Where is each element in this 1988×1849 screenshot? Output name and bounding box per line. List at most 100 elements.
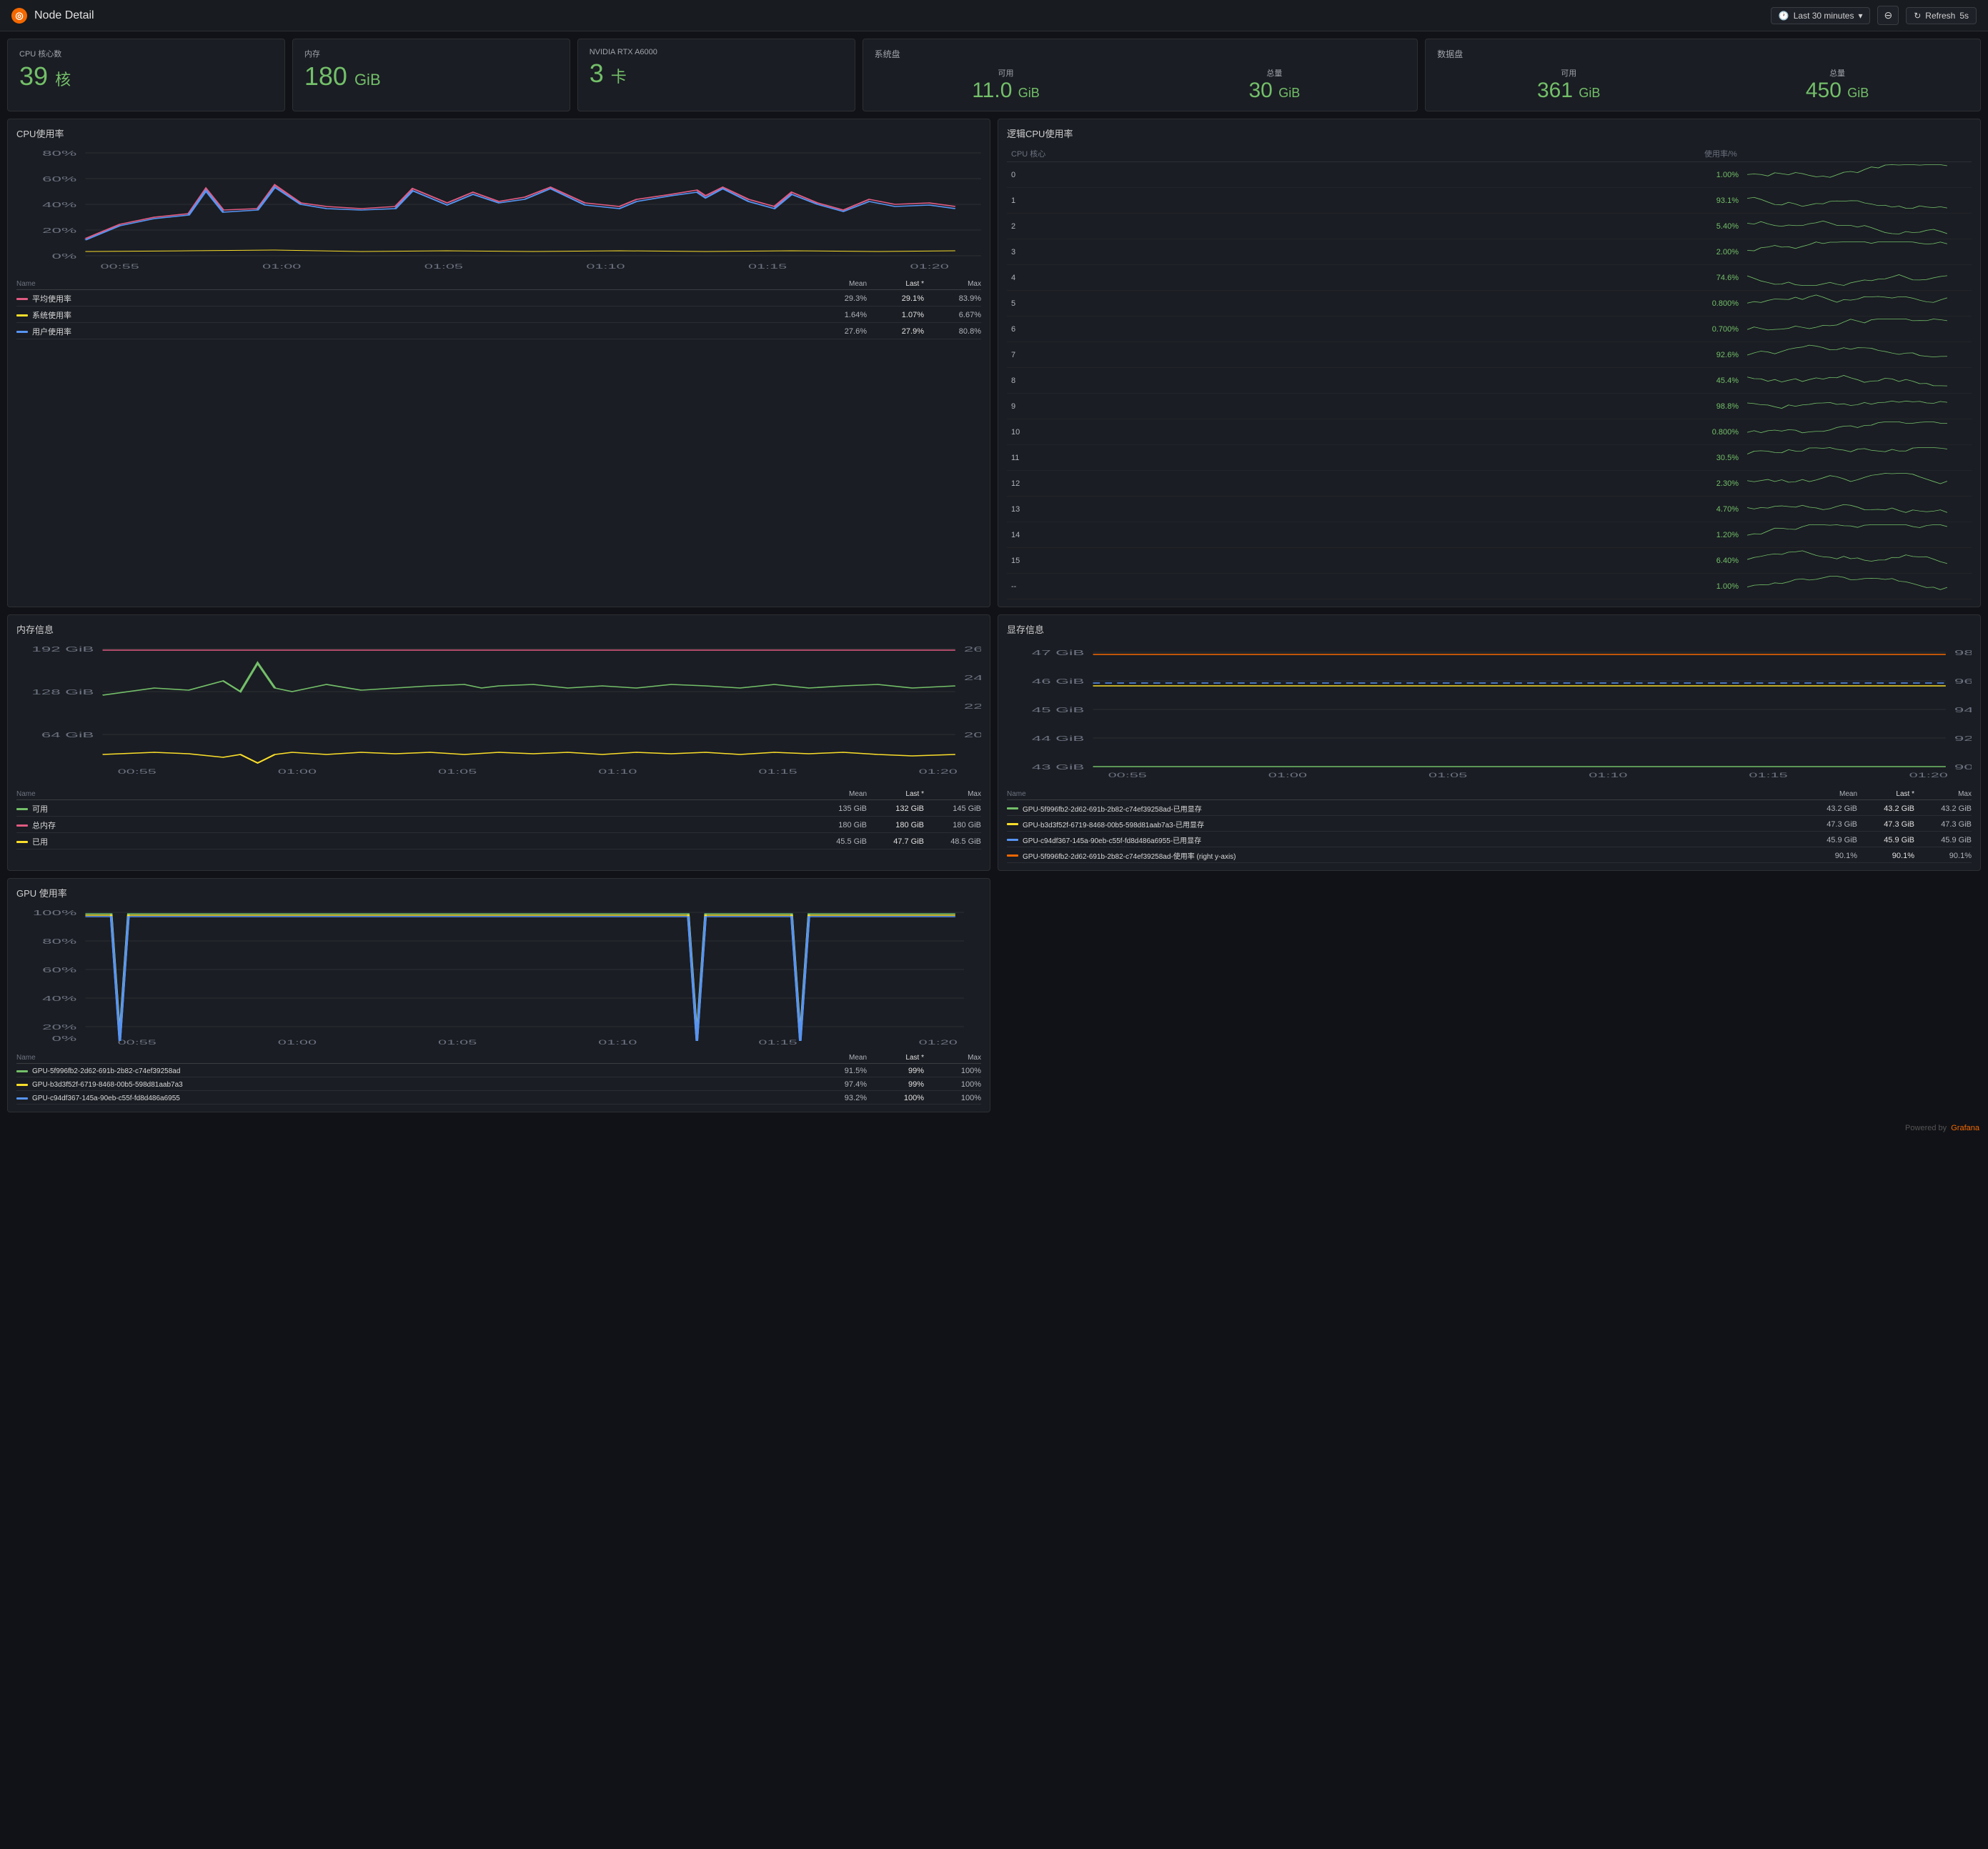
used-max: 48.5 GiB (924, 837, 981, 846)
cpu-legend-avg[interactable]: 平均使用率 29.3% 29.1% 83.9% (16, 291, 981, 306)
sys-mean: 1.64% (810, 311, 867, 319)
svg-text:43 GiB: 43 GiB (1032, 763, 1085, 771)
sparkline-col-header (1743, 146, 1972, 162)
cpu-sparkline-cell (1743, 522, 1972, 548)
gm2-label: GPU-b3d3f52f-6719-8468-00b5-598d81aab7a3… (1023, 819, 1204, 829)
gpu-usage-gpu2[interactable]: GPU-b3d3f52f-6719-8468-00b5-598d81aab7a3… (16, 1079, 981, 1091)
gpu-usage-gpu1[interactable]: GPU-5f996fb2-2d62-691b-2b82-c74ef39258ad… (16, 1065, 981, 1077)
gpu-usage-gpu3[interactable]: GPU-c94df367-145a-90eb-c55f-fd8d486a6955… (16, 1092, 981, 1105)
cpu-sparkline-cell (1743, 214, 1972, 239)
cpu-core-cell: 13 (1007, 497, 1700, 522)
gm2-color (1007, 823, 1018, 825)
used-label: 已用 (32, 836, 48, 847)
footer: Powered by Grafana (0, 1120, 1988, 1137)
cpu-sparkline-cell (1743, 394, 1972, 419)
cpu-usage-cell: 5.40% (1700, 214, 1743, 239)
system-disk-available-value: 11.0 GiB (875, 79, 1138, 102)
gu3-color (16, 1097, 28, 1100)
gpu-memory-legend: Name Mean Last * Max GPU-5f996fb2-2d62-6… (1007, 789, 1972, 863)
memory-label: 内存 (304, 48, 558, 59)
table-row: 11 30.5% (1007, 445, 1972, 471)
gpu-usage-legend-header: Name Mean Last * Max (16, 1052, 981, 1064)
svg-text:96%: 96% (1954, 677, 1972, 685)
stats-row: CPU 核心数 39 核 内存 180 GiB NVIDIA RTX A6000… (7, 39, 1981, 111)
cpu-usage-cell: 1.20% (1700, 522, 1743, 548)
logical-cpu-title: 逻辑CPU使用率 (1007, 126, 1972, 140)
table-row: 9 98.8% (1007, 394, 1972, 419)
cpu-stat-card: CPU 核心数 39 核 (7, 39, 285, 111)
grafana-brand: Grafana (1951, 1124, 1979, 1132)
zoom-out-button[interactable]: ⊖ (1877, 6, 1899, 25)
sys-last: 1.07% (867, 311, 924, 319)
top-bar-left: ◎ Node Detail (11, 8, 94, 24)
gm4-label: GPU-5f996fb2-2d62-691b-2b82-c74ef39258ad… (1023, 850, 1236, 861)
legend-mean-header: Mean (810, 280, 867, 288)
memory-legend-header: Name Mean Last * Max (16, 789, 981, 800)
sys-color (16, 314, 28, 317)
table-row: 10 0.800% (1007, 419, 1972, 445)
gm1-last: 43.2 GiB (1857, 804, 1914, 813)
svg-text:01:00: 01:00 (278, 1039, 317, 1046)
cpu-core-cell: 8 (1007, 368, 1700, 394)
gpu-usage-title: GPU 使用率 (16, 886, 981, 899)
cpu-legend-sys[interactable]: 系统使用率 1.64% 1.07% 6.67% (16, 308, 981, 323)
legend-max-header: Max (924, 280, 981, 288)
cpu-core-cell: 15 (1007, 548, 1700, 574)
mem-legend-used[interactable]: 已用 45.5 GiB 47.7 GiB 48.5 GiB (16, 834, 981, 849)
svg-text:01:05: 01:05 (1428, 772, 1467, 779)
time-range-button[interactable]: 🕐 Last 30 minutes ▾ (1771, 7, 1871, 24)
cpu-legend-user[interactable]: 用户使用率 27.6% 27.9% 80.8% (16, 324, 981, 339)
avg-mean: 29.3% (810, 294, 867, 303)
gpu-mem-gpu3[interactable]: GPU-c94df367-145a-90eb-c55f-fd8d486a6955… (1007, 833, 1972, 847)
gu2-mean: 97.4% (810, 1080, 867, 1089)
cpu-usage-cell: 74.6% (1700, 265, 1743, 291)
gu3-max: 100% (924, 1094, 981, 1102)
svg-text:40%: 40% (42, 995, 76, 1002)
cpu-usage-cell: 1.00% (1700, 574, 1743, 599)
svg-text:01:20: 01:20 (919, 1039, 958, 1046)
cpu-usage-legend: Name Mean Last * Max 平均使用率 29.3% 29.1% 8… (16, 279, 981, 339)
svg-text:00:55: 00:55 (101, 263, 139, 270)
cpu-usage-cell: 45.4% (1700, 368, 1743, 394)
memory-value: 180 GiB (304, 64, 558, 89)
cpu-core-cell: 0 (1007, 162, 1700, 188)
gm1-max: 43.2 GiB (1914, 804, 1972, 813)
sys-max: 6.67% (924, 311, 981, 319)
cpu-core-cell: 5 (1007, 291, 1700, 317)
system-disk-title: 系统盘 (875, 48, 1406, 60)
used-mean: 45.5 GiB (810, 837, 867, 846)
refresh-icon: ↻ (1914, 11, 1921, 21)
gpu-mem-gpu1[interactable]: GPU-5f996fb2-2d62-691b-2b82-c74ef39258ad… (1007, 802, 1972, 816)
gm3-label: GPU-c94df367-145a-90eb-c55f-fd8d486a6955… (1023, 834, 1201, 845)
gm2-last: 47.3 GiB (1857, 820, 1914, 829)
cpu-core-cell: 10 (1007, 419, 1700, 445)
total-last: 180 GiB (867, 821, 924, 829)
gpu-usage-svg: 100% 80% 60% 40% 20% 0% 00:55 01:00 01:0… (16, 905, 981, 1048)
cpu-core-cell: 14 (1007, 522, 1700, 548)
gpu-mem-gpu2[interactable]: GPU-b3d3f52f-6719-8468-00b5-598d81aab7a3… (1007, 817, 1972, 832)
refresh-button[interactable]: ↻ Refresh 5s (1906, 7, 1977, 24)
svg-text:01:15: 01:15 (748, 263, 787, 270)
svg-text:60%: 60% (42, 175, 76, 183)
top-bar: ◎ Node Detail 🕐 Last 30 minutes ▾ ⊖ ↻ Re… (0, 0, 1988, 31)
cpu-value: 39 核 (19, 64, 273, 89)
gm4-color (1007, 854, 1018, 857)
sys-label: 系统使用率 (32, 309, 71, 321)
system-disk-available-label: 可用 (875, 67, 1138, 79)
svg-text:01:20: 01:20 (919, 768, 958, 775)
svg-text:26%: 26% (964, 645, 981, 653)
cpu-core-cell: 1 (1007, 188, 1700, 214)
cpu-usage-svg: 80% 60% 40% 20% 0% 00:55 01:00 01:05 01:… (16, 146, 981, 274)
gpu-mem-gpu4[interactable]: GPU-5f996fb2-2d62-691b-2b82-c74ef39258ad… (1007, 849, 1972, 863)
svg-text:60%: 60% (42, 966, 76, 974)
gu2-color (16, 1084, 28, 1086)
svg-text:192 GiB: 192 GiB (31, 645, 94, 653)
mem-legend-available[interactable]: 可用 135 GiB 132 GiB 145 GiB (16, 802, 981, 817)
gm2-max: 47.3 GiB (1914, 820, 1972, 829)
cpu-usage-cell: 92.6% (1700, 342, 1743, 368)
cpu-core-cell: 4 (1007, 265, 1700, 291)
cpu-col-header: CPU 核心 (1007, 146, 1700, 162)
svg-text:00:55: 00:55 (1108, 772, 1147, 779)
mem-legend-total[interactable]: 总内存 180 GiB 180 GiB 180 GiB (16, 818, 981, 833)
avail-label: 可用 (32, 803, 48, 814)
